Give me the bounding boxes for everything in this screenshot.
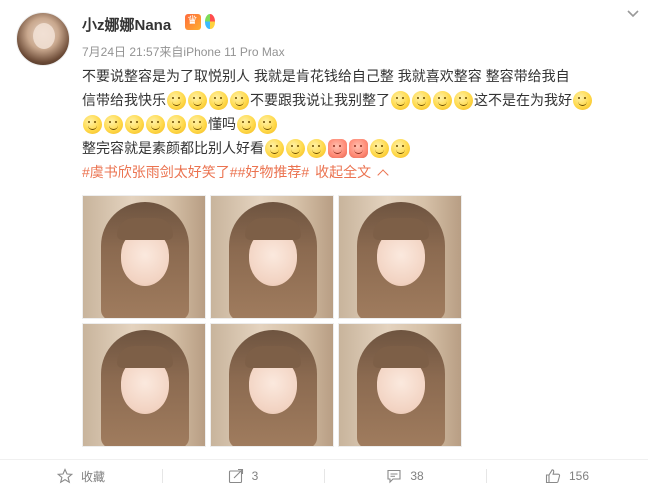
star-icon [56, 468, 73, 484]
pig-emoji-icon [349, 138, 368, 158]
post-meta: 7月24日 21:57来自iPhone 11 Pro Max [82, 43, 285, 60]
hashtag-links[interactable]: #虞书欣张雨剑太好笑了##好物推荐# [82, 160, 309, 184]
post-text-segment: 懂吗 [208, 116, 236, 132]
post-line-3: 懂吗 [82, 112, 632, 136]
smile-emoji-icon [258, 114, 277, 134]
laugh-emoji-icon [265, 138, 284, 158]
repost-button[interactable]: 3 [162, 460, 324, 492]
smile-emoji-icon [83, 114, 102, 134]
chevron-up-icon[interactable] [377, 168, 389, 181]
post-line-5: #虞书欣张雨剑太好笑了##好物推荐# 收起全文 [82, 160, 632, 184]
post-text-segment: 这不是在为我好 [474, 92, 572, 108]
collapse-link[interactable]: 收起全文 [315, 160, 371, 184]
laugh-emoji-icon [370, 138, 389, 158]
smile-emoji-icon [188, 90, 207, 110]
comment-button[interactable]: 38 [324, 460, 486, 492]
favorite-label: 收藏 [80, 469, 105, 484]
smile-emoji-icon [412, 90, 431, 110]
repost-count: 3 [251, 469, 259, 483]
photo-grid [82, 195, 462, 447]
smile-emoji-icon [209, 90, 228, 110]
photo-thumbnail-5[interactable] [210, 323, 334, 447]
photo-thumbnail-4[interactable] [82, 323, 206, 447]
post-line-4: 整完容就是素颜都比别人好看 [82, 136, 632, 160]
smile-emoji-icon [237, 114, 256, 134]
source-prefix: 来自 [159, 45, 184, 59]
thumbs-up-icon [545, 469, 561, 484]
smile-emoji-icon [433, 90, 452, 110]
balloon-icon[interactable] [205, 14, 215, 29]
post-time[interactable]: 7月24日 21:57 [82, 45, 159, 59]
favorite-button[interactable]: 收藏 [0, 460, 162, 492]
laugh-emoji-icon [286, 138, 305, 158]
smile-emoji-icon [573, 90, 592, 110]
pig-emoji-icon [328, 138, 347, 158]
user-avatar[interactable] [16, 12, 70, 66]
smile-emoji-icon [104, 114, 123, 134]
smile-emoji-icon [391, 90, 410, 110]
smile-emoji-icon [188, 114, 207, 134]
post-text-segment: 整完容就是素颜都比别人好看 [82, 140, 264, 156]
chevron-down-icon[interactable] [624, 6, 642, 22]
comment-count: 38 [410, 469, 424, 483]
post-text-segment: 信带给我快乐 [82, 92, 166, 108]
smile-emoji-icon [230, 90, 249, 110]
post-line-1: 不要说整容是为了取悦别人 我就是肯花钱给自己整 我就喜欢整容 整容带给我自 [82, 64, 632, 88]
comment-icon [387, 469, 401, 484]
user-badges [185, 13, 215, 30]
username[interactable]: 小z娜娜Nana [82, 14, 171, 35]
smile-emoji-icon [454, 90, 473, 110]
share-icon [228, 468, 243, 484]
laugh-emoji-icon [307, 138, 326, 158]
smile-emoji-icon [146, 114, 165, 134]
laugh-emoji-icon [391, 138, 410, 158]
post-line-2: 信带给我快乐 不要跟我说让我别整了 这不是在为我好 [82, 88, 632, 112]
post-text-segment: 不要跟我说让我别整了 [250, 92, 390, 108]
smile-emoji-icon [167, 114, 186, 134]
photo-thumbnail-2[interactable] [210, 195, 334, 319]
photo-thumbnail-3[interactable] [338, 195, 462, 319]
smile-emoji-icon [125, 114, 144, 134]
vip-icon[interactable] [185, 13, 201, 30]
like-count: 156 [568, 469, 590, 483]
post-text-segment: 不要说整容是为了取悦别人 我就是肯花钱给自己整 我就喜欢整容 整容带给我自 [82, 68, 570, 84]
action-bar: 收藏 3 38 156 [0, 460, 648, 492]
photo-thumbnail-1[interactable] [82, 195, 206, 319]
post-source: iPhone 11 Pro Max [183, 45, 285, 59]
weibo-post: 小z娜娜Nana 7月24日 21:57来自iPhone 11 Pro Max … [0, 0, 648, 492]
like-button[interactable]: 156 [486, 460, 648, 492]
photo-thumbnail-6[interactable] [338, 323, 462, 447]
smile-emoji-icon [167, 90, 186, 110]
post-text: 不要说整容是为了取悦别人 我就是肯花钱给自己整 我就喜欢整容 整容带给我自 信带… [82, 64, 632, 184]
